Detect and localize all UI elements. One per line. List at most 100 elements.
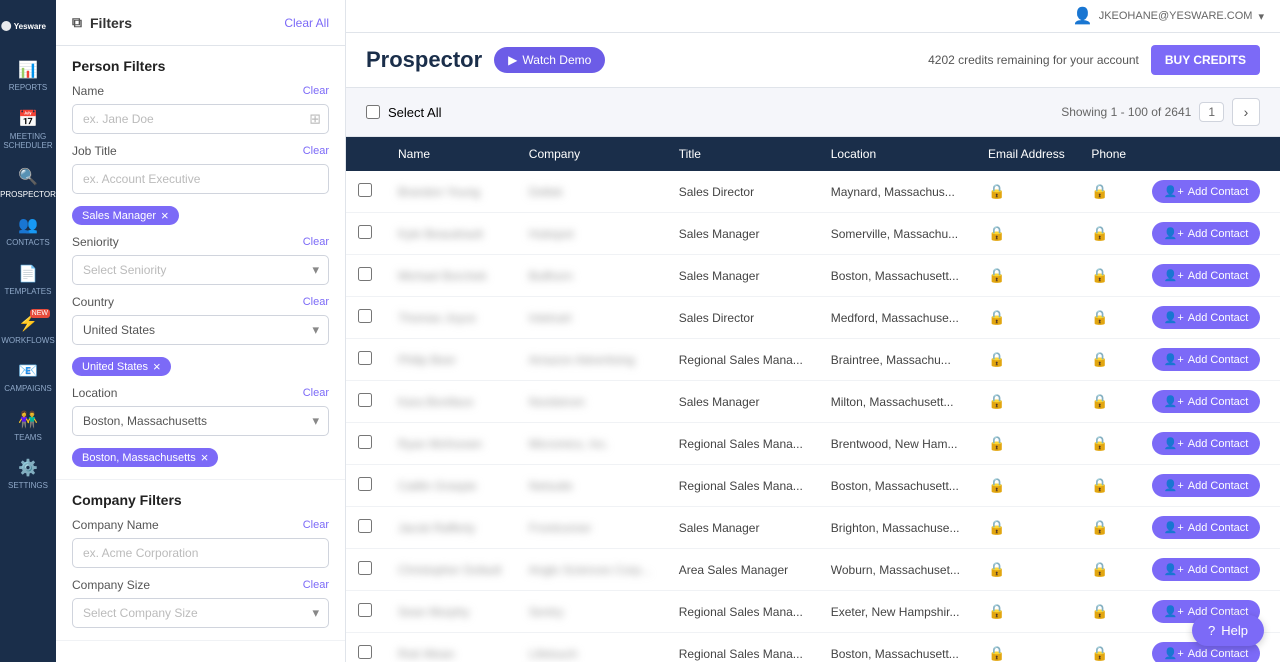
- row-checkbox-cell: [346, 633, 386, 662]
- row-company-cell: Bullhorn: [517, 255, 667, 297]
- add-contact-button[interactable]: 👤+ Add Contact: [1152, 516, 1261, 539]
- topbar-chevron[interactable]: ▾: [1258, 10, 1264, 23]
- clear-all-button[interactable]: Clear All: [284, 16, 329, 30]
- sidebar-item-teams[interactable]: 👫 TEAMS: [0, 402, 56, 451]
- person-add-icon: 👤+: [1164, 311, 1184, 324]
- row-checkbox[interactable]: [358, 309, 372, 323]
- sales-manager-tag[interactable]: Sales Manager ×: [72, 206, 179, 225]
- row-checkbox[interactable]: [358, 267, 372, 281]
- row-checkbox[interactable]: [358, 561, 372, 575]
- email-col-header: Email Address: [976, 137, 1079, 171]
- company-size-clear-button[interactable]: Clear: [303, 579, 329, 591]
- country-clear-button[interactable]: Clear: [303, 296, 329, 308]
- add-contact-label: Add Contact: [1188, 354, 1249, 366]
- add-contact-button[interactable]: 👤+ Add Contact: [1152, 264, 1261, 287]
- sidebar-item-workflows[interactable]: ⚡ NEW WORKFLOWS: [0, 305, 56, 354]
- job-title-clear-button[interactable]: Clear: [303, 145, 329, 157]
- help-button[interactable]: ? Help: [1192, 615, 1264, 646]
- email-lock-icon: 🔒: [988, 519, 1005, 535]
- row-checkbox[interactable]: [358, 351, 372, 365]
- tag-remove-button[interactable]: ×: [161, 209, 169, 222]
- row-email-cell: 🔒: [976, 297, 1079, 339]
- tag-remove-button[interactable]: ×: [201, 451, 209, 464]
- add-contact-button[interactable]: 👤+ Add Contact: [1152, 180, 1261, 203]
- add-contact-button[interactable]: 👤+ Add Contact: [1152, 432, 1261, 455]
- sidebar-item-reports[interactable]: 📊 REPORTS: [0, 52, 56, 101]
- row-company-cell: Nordstrom: [517, 381, 667, 423]
- pagination-info: Showing 1 - 100 of 2641 1 ›: [1061, 98, 1260, 126]
- row-checkbox[interactable]: [358, 519, 372, 533]
- row-checkbox[interactable]: [358, 435, 372, 449]
- sidebar-item-prospector[interactable]: 🔍 PROSPECTOR: [0, 159, 56, 208]
- row-name-cell: Kyle Beaudrault: [386, 213, 517, 255]
- add-contact-button[interactable]: 👤+ Add Contact: [1152, 558, 1261, 581]
- seniority-select-wrapper: Select Seniority: [72, 255, 329, 285]
- location-clear-button[interactable]: Clear: [303, 387, 329, 399]
- sidebar-item-templates[interactable]: 📄 TEMPLATES: [0, 256, 56, 305]
- next-page-button[interactable]: ›: [1232, 98, 1260, 126]
- row-checkbox[interactable]: [358, 225, 372, 239]
- tag-remove-button[interactable]: ×: [153, 360, 161, 373]
- seniority-select[interactable]: Select Seniority: [72, 255, 329, 285]
- watch-demo-button[interactable]: ▶ Watch Demo: [494, 47, 605, 73]
- select-all-checkbox[interactable]: [366, 105, 380, 119]
- row-action-cell: 👤+ Add Contact: [1140, 297, 1280, 339]
- sidebar-item-label: TEAMS: [14, 433, 42, 443]
- seniority-clear-button[interactable]: Clear: [303, 236, 329, 248]
- table-row: Brandon Young Deltek Sales Director Mayn…: [346, 171, 1280, 213]
- add-contact-button[interactable]: 👤+ Add Contact: [1152, 348, 1261, 371]
- phone-lock-icon: 🔒: [1091, 351, 1108, 367]
- add-contact-button[interactable]: 👤+ Add Contact: [1152, 474, 1261, 497]
- row-checkbox[interactable]: [358, 603, 372, 617]
- user-icon: 👤: [1073, 6, 1093, 26]
- phone-lock-icon: 🔒: [1091, 645, 1108, 661]
- company-name-clear-button[interactable]: Clear: [303, 519, 329, 531]
- row-title-cell: Sales Manager: [667, 213, 819, 255]
- person-add-icon: 👤+: [1164, 563, 1184, 576]
- company-size-select[interactable]: Select Company Size: [72, 598, 329, 628]
- country-select[interactable]: United States: [72, 315, 329, 345]
- country-tags: United States ×: [72, 351, 329, 376]
- table-header: Name Company Title Location Email Addres…: [346, 137, 1280, 171]
- row-checkbox[interactable]: [358, 393, 372, 407]
- email-lock-icon: 🔒: [988, 393, 1005, 409]
- job-title-input[interactable]: [72, 164, 329, 194]
- phone-lock-icon: 🔒: [1091, 477, 1108, 493]
- company-name-input[interactable]: [72, 538, 329, 568]
- tag-label: Boston, Massachusetts: [82, 452, 196, 464]
- united-states-tag[interactable]: United States ×: [72, 357, 171, 376]
- sidebar-item-campaigns[interactable]: 📧 CAMPAIGNS: [0, 353, 56, 402]
- row-checkbox[interactable]: [358, 183, 372, 197]
- sidebar-item-label: CONTACTS: [6, 238, 49, 248]
- name-clear-button[interactable]: Clear: [303, 85, 329, 97]
- email-lock-icon: 🔒: [988, 477, 1005, 493]
- table-toolbar: Select All Showing 1 - 100 of 2641 1 ›: [346, 88, 1280, 137]
- row-title-cell: Area Sales Manager: [667, 549, 819, 591]
- add-contact-label: Add Contact: [1188, 648, 1249, 660]
- row-title-cell: Regional Sales Mana...: [667, 465, 819, 507]
- row-company-cell: Intelcart: [517, 297, 667, 339]
- add-contact-button[interactable]: 👤+ Add Contact: [1152, 222, 1261, 245]
- row-phone-cell: 🔒: [1079, 171, 1139, 213]
- phone-lock-icon: 🔒: [1091, 561, 1108, 577]
- name-input[interactable]: [72, 104, 329, 134]
- boston-tag[interactable]: Boston, Massachusetts ×: [72, 448, 218, 467]
- row-checkbox-cell: [346, 255, 386, 297]
- row-company-cell: Netsuite: [517, 465, 667, 507]
- sidebar-item-settings[interactable]: ⚙️ SETTINGS: [0, 450, 56, 499]
- sidebar-item-meeting-scheduler[interactable]: 📅 MEETINGSCHEDULER: [0, 101, 56, 159]
- table-row: Caitlin Graspie Netsuite Regional Sales …: [346, 465, 1280, 507]
- email-lock-icon: 🔒: [988, 267, 1005, 283]
- person-add-icon: 👤+: [1164, 227, 1184, 240]
- sidebar-item-contacts[interactable]: 👥 CONTACTS: [0, 207, 56, 256]
- row-name-cell: Philip Beer: [386, 339, 517, 381]
- add-contact-button[interactable]: 👤+ Add Contact: [1152, 390, 1261, 413]
- row-checkbox[interactable]: [358, 645, 372, 659]
- row-checkbox[interactable]: [358, 477, 372, 491]
- add-contact-button[interactable]: 👤+ Add Contact: [1152, 306, 1261, 329]
- buy-credits-button[interactable]: BUY CREDITS: [1151, 45, 1260, 75]
- logo[interactable]: Yesware: [0, 8, 56, 52]
- location-select[interactable]: Boston, Massachusetts: [72, 406, 329, 436]
- row-email-cell: 🔒: [976, 339, 1079, 381]
- row-checkbox-cell: [346, 423, 386, 465]
